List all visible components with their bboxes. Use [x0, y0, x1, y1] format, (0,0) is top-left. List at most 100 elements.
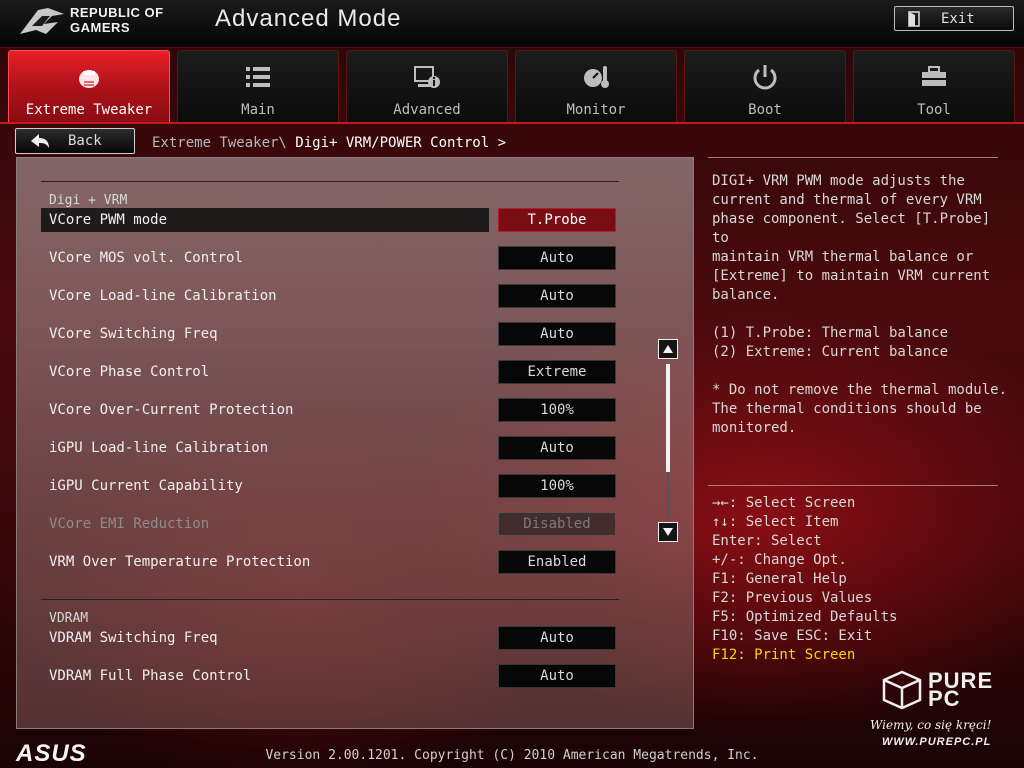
row-label: VCore Load-line Calibration: [49, 288, 277, 304]
row-vcore-pwm-mode[interactable]: VCore PWM mode T.Probe: [41, 208, 621, 232]
scroll-up-button[interactable]: [658, 339, 678, 359]
tab-tool[interactable]: Tool: [853, 50, 1015, 122]
tab-label: Main: [241, 102, 275, 118]
triangle-down-icon: [663, 528, 673, 536]
value-dropdown[interactable]: Auto: [498, 322, 616, 346]
value-dropdown[interactable]: Auto: [498, 664, 616, 688]
key-hint: ↑↓: Select Item: [712, 514, 839, 530]
scrollbar-thumb[interactable]: [666, 364, 670, 472]
value-dropdown: Disabled: [498, 512, 616, 536]
top-bar: REPUBLIC OF GAMERS Advanced Mode Exit: [0, 0, 1024, 48]
key-hint-print-screen: F12: Print Screen: [712, 647, 856, 663]
value-dropdown[interactable]: Auto: [498, 436, 616, 460]
value-dropdown[interactable]: Extreme: [498, 360, 616, 384]
tab-label: Extreme Tweaker: [25, 102, 153, 118]
help-description: DIGI+ VRM PWM mode adjusts the current a…: [712, 172, 1012, 438]
key-legend: →←: Select Screen ↑↓: Select Item Enter:…: [712, 494, 897, 665]
exit-label: Exit: [941, 10, 975, 27]
help-line: phase component. Select [T.Probe] to: [712, 211, 991, 246]
help-line: current and thermal of every VRM: [712, 192, 982, 208]
key-hint: F2: Previous Values: [712, 590, 873, 606]
key-hint: F5: Optimized Defaults: [712, 609, 898, 625]
rog-text-line1: REPUBLIC OF: [70, 5, 164, 20]
value-dropdown[interactable]: 100%: [498, 398, 616, 422]
purepc-cube-icon: [882, 670, 922, 710]
row-label: VCore Phase Control: [49, 364, 210, 380]
tab-extreme-tweaker[interactable]: Extreme Tweaker: [8, 50, 170, 122]
row-igpu-current-capability[interactable]: iGPU Current Capability 100%: [41, 474, 621, 498]
value-dropdown[interactable]: Auto: [498, 246, 616, 270]
row-vdram-full-phase-control[interactable]: VDRAM Full Phase Control Auto: [41, 664, 621, 688]
tab-boot[interactable]: Boot: [684, 50, 846, 122]
tab-label: Monitor: [566, 102, 626, 118]
row-label: VCore MOS volt. Control: [49, 250, 243, 266]
exit-button[interactable]: Exit: [894, 6, 1014, 31]
tab-bar: Extreme Tweaker Main Advanced Monitor Bo…: [8, 50, 1016, 122]
tab-main[interactable]: Main: [177, 50, 339, 122]
watermark-logo-text: PURE PC: [928, 670, 993, 710]
help-line: monitored.: [712, 420, 797, 436]
mode-title: Advanced Mode: [215, 5, 402, 32]
rog-text-line2: GAMERS: [70, 20, 131, 35]
value-dropdown[interactable]: Auto: [498, 284, 616, 308]
watermark-tagline: Wiemy, co się kręci!: [870, 718, 992, 732]
help-line: The thermal conditions should be: [712, 401, 982, 417]
row-vcore-phase-control[interactable]: VCore Phase Control Extreme: [41, 360, 621, 384]
tab-label: Advanced: [393, 102, 461, 118]
section-label-digi-vrm: Digi + VRM: [49, 193, 128, 208]
value-dropdown[interactable]: Enabled: [498, 550, 616, 574]
row-vrm-over-temperature-protection[interactable]: VRM Over Temperature Protection Enabled: [41, 550, 621, 574]
help-divider-bottom: [708, 485, 998, 486]
power-icon: [753, 65, 777, 90]
help-line: (2) Extreme: Current balance: [712, 344, 949, 360]
tab-advanced[interactable]: Advanced: [346, 50, 508, 122]
row-label: iGPU Load-line Calibration: [49, 440, 269, 456]
value-dropdown[interactable]: Auto: [498, 626, 616, 650]
help-line: * Do not remove the thermal module.: [712, 382, 1008, 398]
toolbox-icon: [922, 66, 946, 86]
row-vcore-emi-reduction: VCore EMI Reduction Disabled: [41, 512, 621, 536]
help-gap: [712, 362, 1012, 381]
row-vcore-over-current-protection[interactable]: VCore Over-Current Protection 100%: [41, 398, 621, 422]
key-hint: F10: Save ESC: Exit: [712, 628, 873, 644]
key-hint: +/-: Change Opt.: [712, 552, 847, 568]
breadcrumb: Extreme Tweaker\ Digi+ VRM/POWER Control…: [152, 135, 506, 151]
help-line: DIGI+ VRM PWM mode adjusts the: [712, 173, 965, 189]
settings-panel: Digi + VRM VCore PWM mode T.Probe VCore …: [16, 157, 694, 729]
value-dropdown[interactable]: 100%: [498, 474, 616, 498]
tab-underline: [0, 122, 1024, 124]
value-dropdown[interactable]: T.Probe: [498, 208, 616, 232]
watermark-url: WWW.PUREPC.PL: [882, 736, 992, 748]
row-vcore-load-line-calibration[interactable]: VCore Load-line Calibration Auto: [41, 284, 621, 308]
row-label: VCore PWM mode: [49, 212, 168, 228]
triangle-up-icon: [663, 345, 673, 353]
key-hint: →←: Select Screen: [712, 495, 856, 511]
exit-door-icon: [908, 10, 920, 27]
rog-logo-text: REPUBLIC OF GAMERS: [70, 5, 164, 35]
row-label: VCore EMI Reduction: [49, 516, 210, 532]
back-label: Back: [68, 133, 102, 149]
back-button[interactable]: Back: [15, 128, 135, 154]
key-hint: Enter: Select: [712, 533, 822, 549]
scroll-down-button[interactable]: [658, 522, 678, 542]
row-label: VDRAM Full Phase Control: [49, 668, 252, 684]
advanced-settings-icon: [414, 66, 440, 88]
version-text: Version 2.00.1201. Copyright (C) 2010 Am…: [265, 748, 759, 763]
tab-label: Tool: [917, 102, 951, 118]
tweaker-icon: [79, 70, 99, 88]
row-vdram-switching-freq[interactable]: VDRAM Switching Freq Auto: [41, 626, 621, 650]
help-divider-top: [708, 157, 998, 158]
list-icon: [246, 67, 270, 87]
row-vcore-mos-volt-control[interactable]: VCore MOS volt. Control Auto: [41, 246, 621, 270]
breadcrumb-parent[interactable]: Extreme Tweaker\: [152, 135, 287, 151]
row-label: VDRAM Switching Freq: [49, 630, 218, 646]
row-igpu-load-line-calibration[interactable]: iGPU Load-line Calibration Auto: [41, 436, 621, 460]
section-divider: [41, 599, 619, 600]
row-vcore-switching-freq[interactable]: VCore Switching Freq Auto: [41, 322, 621, 346]
help-line: maintain VRM thermal balance or: [712, 249, 974, 265]
row-label: iGPU Current Capability: [49, 478, 243, 494]
back-arrow-icon: [31, 134, 49, 148]
tab-monitor[interactable]: Monitor: [515, 50, 677, 122]
help-line: balance.: [712, 287, 780, 303]
section-divider: [41, 181, 619, 182]
